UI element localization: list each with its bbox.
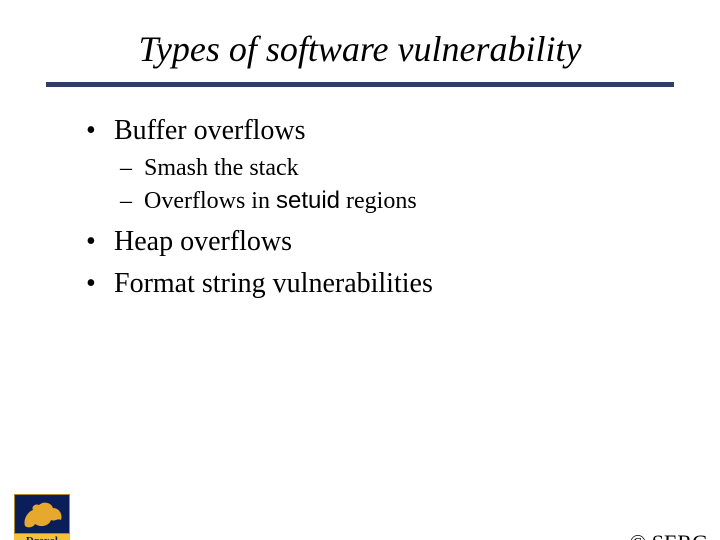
bullet-text: Format string vulnerabilities — [114, 268, 433, 299]
sub-bullet-code: setuid — [276, 187, 340, 214]
bullet-item: Format string vulnerabilities — [86, 266, 656, 302]
sub-bullet-item: Smash the stack — [120, 153, 656, 184]
slide-body: Buffer overflows Smash the stack Overflo… — [86, 113, 656, 302]
copyright: © SERG — [630, 530, 708, 540]
logo-mark — [14, 494, 70, 534]
sub-bullet-text-pre: Overflows in — [144, 188, 276, 214]
slide: Types of software vulnerability Buffer o… — [0, 28, 720, 540]
bullet-item: Heap overflows — [86, 224, 656, 260]
sub-bullet-text: Smash the stack — [144, 155, 299, 181]
bullet-item: Buffer overflows Smash the stack Overflo… — [86, 113, 656, 216]
logo: Drexel UNIVERSITY — [14, 494, 70, 540]
bullet-text: Buffer overflows — [114, 115, 306, 146]
title-rule — [46, 82, 674, 87]
sub-bullet-item: Overflows in setuid regions — [120, 186, 656, 217]
dragon-icon — [21, 498, 65, 532]
logo-name: Drexel — [14, 534, 70, 540]
slide-title: Types of software vulnerability — [0, 28, 720, 70]
sub-bullet-list: Smash the stack Overflows in setuid regi… — [114, 153, 656, 216]
bullet-list: Buffer overflows Smash the stack Overflo… — [86, 113, 656, 302]
bullet-text: Heap overflows — [114, 226, 292, 257]
sub-bullet-text-post: regions — [340, 188, 417, 214]
